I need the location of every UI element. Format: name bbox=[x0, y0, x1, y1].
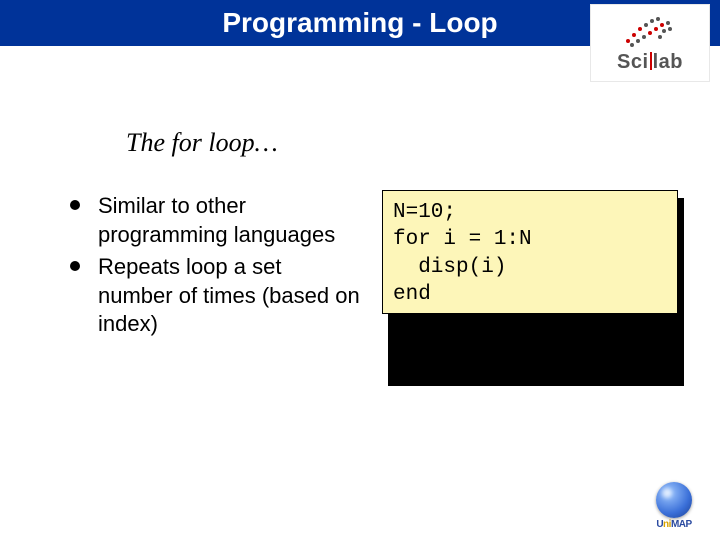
scilab-logo: Scilab bbox=[590, 4, 710, 82]
slide-subtitle: The for loop… bbox=[126, 128, 278, 158]
unimap-wordmark: UniMAP bbox=[656, 519, 691, 530]
scilab-wordmark: Scilab bbox=[617, 51, 683, 74]
unimap-logo: UniMAP bbox=[642, 476, 706, 530]
bullet-text: Similar to other programming languages bbox=[98, 192, 360, 249]
list-item: Similar to other programming languages bbox=[70, 192, 360, 249]
scilab-dots-icon bbox=[622, 13, 678, 49]
bullet-icon bbox=[70, 200, 80, 210]
list-item: Repeats loop a set number of times (base… bbox=[70, 253, 360, 339]
bullet-icon bbox=[70, 261, 80, 271]
slide-title: Programming - Loop bbox=[222, 7, 497, 39]
globe-icon bbox=[656, 482, 692, 518]
bullet-list: Similar to other programming languages R… bbox=[70, 192, 360, 343]
bullet-text: Repeats loop a set number of times (base… bbox=[98, 253, 360, 339]
code-block: N=10; for i = 1:N disp(i) end bbox=[382, 190, 678, 314]
